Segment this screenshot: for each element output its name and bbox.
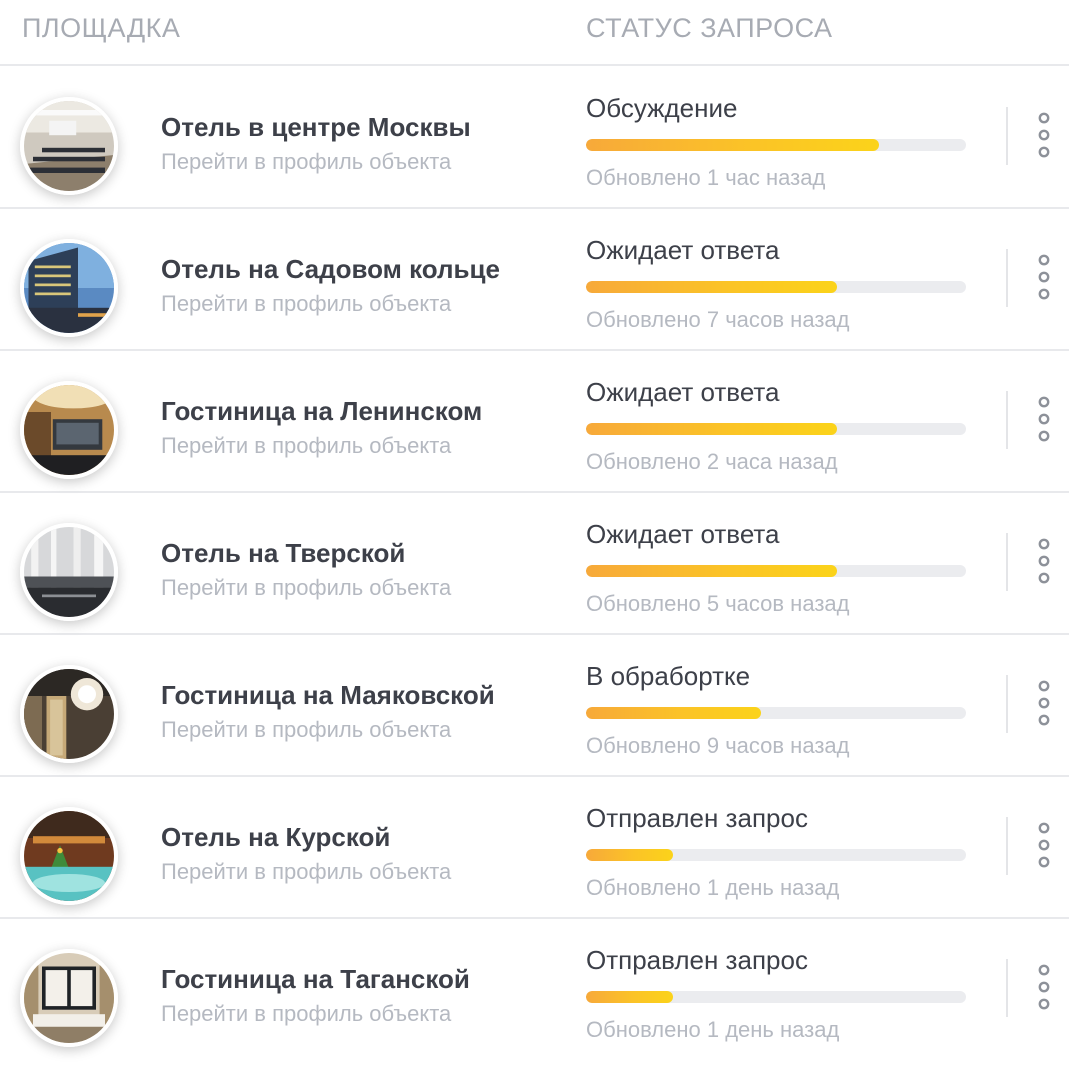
request-status: Ожидает ответа: [586, 519, 780, 549]
vertical-dots-icon: [1038, 254, 1050, 300]
venue-profile-link[interactable]: Перейти в профиль объекта: [161, 149, 451, 175]
updated-timestamp: Обновлено 1 день назад: [586, 1017, 840, 1042]
table-row: Отель на Курской Перейти в профиль объек…: [0, 777, 1069, 919]
status-progress-fill: [586, 565, 837, 577]
request-status: Отправлен запрос: [586, 803, 808, 833]
vertical-dots-icon: [1038, 538, 1050, 584]
updated-timestamp: Обновлено 1 день назад: [586, 875, 840, 900]
row-divider: [1006, 959, 1008, 1017]
row-divider: [1006, 249, 1008, 307]
classic-lounge-photo: [24, 953, 114, 1043]
row-divider: [1006, 675, 1008, 733]
night-building-photo: [24, 243, 114, 333]
request-status: Ожидает ответа: [586, 377, 780, 407]
hotel-lobby-photo: [24, 385, 114, 475]
status-column-header: СТАТУС ЗАПРОСА: [586, 13, 833, 43]
vertical-dots-icon: [1038, 964, 1050, 1010]
venue-profile-link[interactable]: Перейти в профиль объекта: [161, 1001, 451, 1027]
vertical-dots-icon: [1038, 396, 1050, 442]
table-row: Отель в центре Москвы Перейти в профиль …: [0, 67, 1069, 209]
venue-photo[interactable]: [20, 949, 118, 1047]
venue-name[interactable]: Гостиница на Таганской: [161, 964, 470, 995]
updated-timestamp: Обновлено 5 часов назад: [586, 591, 850, 616]
table-row: Гостиница на Маяковской Перейти в профил…: [0, 635, 1069, 777]
venue-photo[interactable]: [20, 523, 118, 621]
status-progress-bar: [586, 707, 966, 719]
updated-timestamp: Обновлено 2 часа назад: [586, 449, 838, 474]
status-progress-bar: [586, 281, 966, 293]
updated-timestamp: Обновлено 9 часов назад: [586, 733, 850, 758]
status-progress-bar: [586, 991, 966, 1003]
more-options-button[interactable]: [1028, 107, 1060, 165]
venue-name[interactable]: Отель на Садовом кольце: [161, 254, 500, 285]
more-options-button[interactable]: [1028, 675, 1060, 733]
venue-column-header: ПЛОЩАДКА: [22, 13, 181, 43]
updated-timestamp: Обновлено 7 часов назад: [586, 307, 850, 332]
chandelier-lobby-photo: [24, 669, 114, 759]
status-progress-fill: [586, 139, 879, 151]
status-progress-fill: [586, 707, 761, 719]
vertical-dots-icon: [1038, 680, 1050, 726]
venue-profile-link[interactable]: Перейти в профиль объекта: [161, 717, 451, 743]
status-progress-fill: [586, 281, 837, 293]
row-divider: [1006, 391, 1008, 449]
more-options-button[interactable]: [1028, 817, 1060, 875]
venue-profile-link[interactable]: Перейти в профиль объекта: [161, 291, 451, 317]
venue-name[interactable]: Отель в центре Москвы: [161, 112, 471, 143]
updated-timestamp: Обновлено 1 час назад: [586, 165, 826, 190]
venue-name[interactable]: Отель на Курской: [161, 822, 390, 853]
fountain-atrium-photo: [24, 811, 114, 901]
list-header: ПЛОЩАДКА СТАТУС ЗАПРОСА: [0, 0, 1069, 66]
request-status-list: ПЛОЩАДКА СТАТУС ЗАПРОСА Отель в центре М…: [0, 0, 1069, 1079]
table-row: Отель на Садовом кольце Перейти в профил…: [0, 209, 1069, 351]
table-row: Гостиница на Таганской Перейти в профиль…: [0, 919, 1069, 1061]
venue-photo[interactable]: [20, 239, 118, 337]
row-divider: [1006, 817, 1008, 875]
venue-name[interactable]: Гостиница на Маяковской: [161, 680, 495, 711]
vertical-dots-icon: [1038, 822, 1050, 868]
status-progress-bar: [586, 423, 966, 435]
status-progress-bar: [586, 849, 966, 861]
venue-profile-link[interactable]: Перейти в профиль объекта: [161, 575, 451, 601]
more-options-button[interactable]: [1028, 533, 1060, 591]
more-options-button[interactable]: [1028, 391, 1060, 449]
status-progress-bar: [586, 139, 966, 151]
request-status: Ожидает ответа: [586, 235, 780, 265]
request-status: Обсуждение: [586, 93, 738, 123]
status-progress-fill: [586, 423, 837, 435]
status-progress-bar: [586, 565, 966, 577]
conference-hall-photo: [24, 101, 114, 191]
glass-hall-photo: [24, 527, 114, 617]
venue-photo[interactable]: [20, 97, 118, 195]
venue-name[interactable]: Отель на Тверской: [161, 538, 405, 569]
table-row: Гостиница на Ленинском Перейти в профиль…: [0, 351, 1069, 493]
status-progress-fill: [586, 991, 674, 1003]
venue-photo[interactable]: [20, 665, 118, 763]
row-divider: [1006, 533, 1008, 591]
request-status: Отправлен запрос: [586, 945, 808, 975]
venue-name[interactable]: Гостиница на Ленинском: [161, 396, 482, 427]
venue-photo[interactable]: [20, 381, 118, 479]
more-options-button[interactable]: [1028, 959, 1060, 1017]
table-row: Отель на Тверской Перейти в профиль объе…: [0, 493, 1069, 635]
vertical-dots-icon: [1038, 112, 1050, 158]
venue-photo[interactable]: [20, 807, 118, 905]
venue-profile-link[interactable]: Перейти в профиль объекта: [161, 859, 451, 885]
status-progress-fill: [586, 849, 674, 861]
more-options-button[interactable]: [1028, 249, 1060, 307]
request-status: В обрабортке: [586, 661, 751, 691]
row-divider: [1006, 107, 1008, 165]
venue-profile-link[interactable]: Перейти в профиль объекта: [161, 433, 451, 459]
